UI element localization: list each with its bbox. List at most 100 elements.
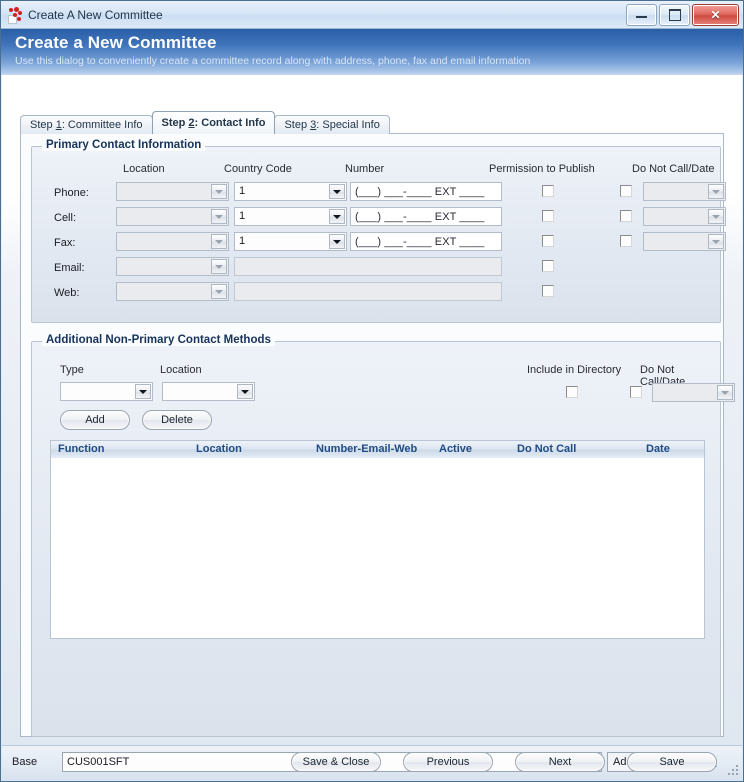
fax-number-value: (___) ___-____ EXT ____: [355, 236, 485, 248]
additional-location-combo[interactable]: [162, 382, 255, 401]
row-label-phone: Phone:: [54, 187, 89, 199]
chevron-down-icon[interactable]: [329, 184, 345, 199]
email-address-field[interactable]: [234, 257, 502, 276]
delete-contact-method-button[interactable]: Delete: [142, 410, 212, 430]
chevron-down-icon[interactable]: [329, 234, 345, 249]
chevron-down-icon[interactable]: [211, 284, 227, 299]
maximize-button[interactable]: [659, 4, 690, 26]
window-controls: ✕: [626, 4, 739, 26]
additional-contact-methods-group: Additional Non-Primary Contact Methods T…: [31, 334, 735, 737]
tab-prefix: Step: [30, 119, 56, 131]
phone-number-value: (___) ___-____ EXT ____: [355, 186, 485, 198]
chevron-down-icon[interactable]: [708, 209, 724, 224]
chevron-down-icon[interactable]: [211, 209, 227, 224]
tab-step-1-committee-info[interactable]: Step 1: Committee Info: [20, 115, 153, 134]
header-include-in-directory: Include in Directory: [527, 364, 622, 376]
grid-column-function[interactable]: Function: [58, 443, 104, 455]
additional-contact-methods-group-title: Additional Non-Primary Contact Methods: [42, 334, 275, 346]
tab-step-3-special-info[interactable]: Step 3: Special Info: [274, 115, 390, 134]
maximize-icon: [668, 9, 681, 21]
web-address-field[interactable]: [234, 282, 502, 301]
dialog-window: Create A New Committee ✕ Create a New Co…: [0, 0, 744, 782]
tab-page-contact-info: Primary Contact Information Location Cou…: [20, 133, 735, 772]
phone-permission-checkbox[interactable]: [542, 185, 554, 197]
add-contact-method-button[interactable]: Add: [60, 410, 130, 430]
tab-suffix: : Committee Info: [61, 119, 143, 131]
close-button[interactable]: ✕: [692, 4, 739, 26]
wizard-tabs: Step 1: Committee Info Step 2: Contact I…: [20, 111, 390, 134]
additional-do-not-call-date-combo[interactable]: [652, 383, 735, 402]
fax-country-code-value: 1: [239, 235, 246, 247]
chevron-down-icon[interactable]: [708, 184, 724, 199]
title-bar: Create A New Committee ✕: [1, 1, 743, 29]
chevron-down-icon[interactable]: [329, 209, 345, 224]
page-title: Create a New Committee: [15, 33, 217, 52]
chevron-down-icon[interactable]: [135, 384, 151, 399]
cell-location-combo[interactable]: [116, 207, 229, 226]
contact-methods-grid[interactable]: Function Location Number-Email-Web Activ…: [50, 440, 705, 639]
content-surface: Step 1: Committee Info Step 2: Contact I…: [2, 75, 742, 772]
header-location: Location: [123, 163, 165, 175]
header-location-additional: Location: [160, 364, 202, 376]
contact-methods-grid-body[interactable]: [51, 458, 704, 638]
fax-location-combo[interactable]: [116, 232, 229, 251]
web-permission-checkbox[interactable]: [542, 285, 554, 297]
chevron-down-icon[interactable]: [717, 385, 733, 400]
save-button[interactable]: Save: [627, 752, 717, 772]
phone-location-combo[interactable]: [116, 182, 229, 201]
primary-contact-group: Primary Contact Information Location Cou…: [31, 139, 726, 323]
previous-button[interactable]: Previous: [403, 752, 493, 772]
grid-column-date[interactable]: Date: [646, 443, 670, 455]
phone-do-not-call-checkbox[interactable]: [620, 185, 632, 197]
chevron-down-icon[interactable]: [211, 184, 227, 199]
phone-country-code-combo[interactable]: 1: [234, 182, 347, 201]
primary-contact-group-title: Primary Contact Information: [42, 139, 206, 151]
cell-do-not-call-checkbox[interactable]: [620, 210, 632, 222]
chevron-down-icon[interactable]: [708, 234, 724, 249]
fax-country-code-combo[interactable]: 1: [234, 232, 347, 251]
phone-number-field[interactable]: (___) ___-____ EXT ____: [350, 182, 502, 201]
email-permission-checkbox[interactable]: [542, 260, 554, 272]
fax-do-not-call-date-combo[interactable]: [643, 232, 726, 251]
dialog-banner: Create a New Committee Use this dialog t…: [1, 29, 743, 75]
save-and-close-button[interactable]: Save & Close: [291, 752, 381, 772]
cell-permission-checkbox[interactable]: [542, 210, 554, 222]
row-label-cell: Cell:: [54, 212, 77, 224]
grid-column-number-email-web[interactable]: Number-Email-Web: [316, 443, 417, 455]
chevron-down-icon[interactable]: [211, 259, 227, 274]
web-location-combo[interactable]: [116, 282, 229, 301]
additional-do-not-call-checkbox[interactable]: [630, 386, 642, 398]
header-number: Number: [345, 163, 385, 175]
email-location-combo[interactable]: [116, 257, 229, 276]
tab-suffix: : Contact Info: [194, 117, 266, 129]
chevron-down-icon[interactable]: [237, 384, 253, 399]
fax-number-field[interactable]: (___) ___-____ EXT ____: [350, 232, 502, 251]
resize-grip[interactable]: [728, 765, 738, 775]
phone-do-not-call-date-combo[interactable]: [643, 182, 726, 201]
tab-suffix: : Special Info: [316, 119, 380, 131]
minimize-icon: [636, 13, 647, 18]
cell-number-field[interactable]: (___) ___-____ EXT ____: [350, 207, 502, 226]
header-type: Type: [60, 364, 84, 376]
chevron-down-icon[interactable]: [211, 234, 227, 249]
base-value: CUS001SFT: [67, 756, 130, 768]
fax-permission-checkbox[interactable]: [542, 235, 554, 247]
additional-type-combo[interactable]: [60, 382, 153, 401]
cell-country-code-combo[interactable]: 1: [234, 207, 347, 226]
grid-column-do-not-call[interactable]: Do Not Call: [517, 443, 576, 455]
next-button[interactable]: Next: [515, 752, 605, 772]
header-do-not-call-date: Do Not Call/Date: [632, 163, 715, 175]
row-label-web: Web:: [54, 287, 80, 299]
grid-column-active[interactable]: Active: [439, 443, 472, 455]
cell-do-not-call-date-combo[interactable]: [643, 207, 726, 226]
additional-include-directory-checkbox[interactable]: [566, 386, 578, 398]
tab-step-2-contact-info[interactable]: Step 2: Contact Info: [151, 111, 276, 134]
grid-column-location[interactable]: Location: [196, 443, 242, 455]
window-title: Create A New Committee: [28, 7, 163, 22]
fax-do-not-call-checkbox[interactable]: [620, 235, 632, 247]
phone-country-code-value: 1: [239, 185, 246, 197]
minimize-button[interactable]: [626, 4, 657, 26]
row-label-fax: Fax:: [54, 237, 76, 249]
base-label: Base: [12, 756, 38, 768]
close-icon: ✕: [710, 8, 721, 22]
